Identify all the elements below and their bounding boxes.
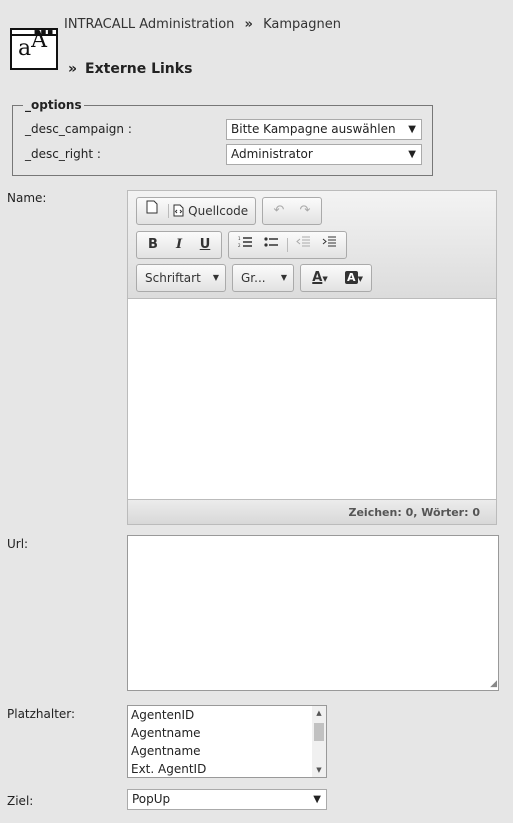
breadcrumb: INTRACALL Administration » Kampagnen — [64, 17, 341, 32]
bulleted-list-button[interactable] — [259, 232, 283, 258]
list-item[interactable]: Agentname — [128, 724, 326, 742]
campaign-label: _desc_campaign : — [25, 122, 132, 136]
indent-button[interactable] — [317, 232, 341, 258]
font-combo[interactable]: Schriftart ▼ — [136, 264, 226, 292]
campaign-select-value: Bitte Kampagne auswählen — [231, 122, 396, 136]
text-color-icon: A — [312, 270, 323, 285]
editor-toolbar: Quellcode ↶ ↷ B I U 12 Schriftart ▼ Gr..… — [128, 191, 496, 299]
editor-content-area[interactable] — [128, 299, 496, 499]
app-logo: ■■■ aA — [10, 28, 58, 70]
breadcrumb-root[interactable]: INTRACALL Administration — [64, 17, 234, 32]
italic-button[interactable]: I — [167, 232, 191, 258]
size-combo-label: Gr... — [241, 271, 266, 285]
undo-button[interactable]: ↶ — [267, 198, 291, 224]
page-title-text: Externe Links — [85, 61, 193, 77]
indent-icon — [322, 236, 336, 247]
chevron-down-icon: ▼ — [280, 273, 288, 282]
source-button-label: Quellcode — [188, 204, 249, 218]
options-fieldset: _options _desc_campaign : Bitte Kampagne… — [12, 98, 433, 176]
resize-handle-icon[interactable]: ◢ — [490, 679, 497, 689]
redo-icon: ↷ — [299, 203, 311, 218]
scroll-up-icon[interactable]: ▲ — [312, 709, 326, 717]
breadcrumb-current[interactable]: Kampagnen — [263, 17, 341, 32]
outdent-button[interactable] — [291, 232, 315, 258]
target-label: Ziel: — [7, 794, 34, 808]
colors-group: A▼ A ▼ — [300, 264, 372, 292]
svg-text:1: 1 — [238, 236, 241, 241]
source-button[interactable]: Quellcode — [173, 198, 255, 224]
list-item[interactable]: AgentenID — [128, 706, 326, 724]
basicstyles-group: B I U — [136, 231, 222, 259]
right-select-value: Administrator — [231, 147, 313, 161]
history-group: ↶ ↷ — [262, 197, 322, 225]
font-combo-label: Schriftart — [145, 271, 201, 285]
source-icon — [173, 204, 184, 217]
campaign-select[interactable]: Bitte Kampagne auswählen ▼ — [226, 119, 422, 140]
numbered-list-icon: 12 — [238, 236, 252, 248]
page-title: » Externe Links — [68, 61, 192, 77]
placeholder-listbox[interactable]: AgentenID Agentname Agentname Ext. Agent… — [127, 705, 327, 778]
name-label: Name: — [7, 191, 47, 205]
document-group: Quellcode — [136, 197, 256, 225]
list-item[interactable]: Agentname — [128, 742, 326, 760]
text-color-button[interactable]: A▼ — [305, 265, 335, 291]
dropdown-arrow-icon: ▼ — [313, 794, 321, 805]
new-page-icon — [146, 200, 158, 214]
dropdown-arrow-icon: ▼ — [408, 149, 416, 160]
chevron-down-icon: ▼ — [212, 273, 220, 282]
bg-color-button[interactable]: A ▼ — [339, 265, 369, 291]
undo-icon: ↶ — [273, 203, 285, 218]
right-label: _desc_right : — [25, 147, 101, 161]
bold-button[interactable]: B — [141, 232, 165, 258]
outdent-icon — [296, 236, 310, 247]
dropdown-arrow-icon: ▼ — [408, 124, 416, 135]
underline-button[interactable]: U — [193, 232, 217, 258]
listbox-scrollbar[interactable]: ▲ ▼ — [312, 706, 326, 777]
url-textarea[interactable]: ◢ — [127, 535, 499, 691]
list-item[interactable]: Ext. AgentID — [128, 760, 326, 777]
target-select-value: PopUp — [132, 792, 171, 806]
url-label: Url: — [7, 537, 29, 551]
placeholder-label: Platzhalter: — [7, 707, 76, 721]
options-legend: _options — [23, 98, 84, 112]
numbered-list-button[interactable]: 12 — [233, 232, 257, 258]
redo-button[interactable]: ↷ — [293, 198, 317, 224]
new-page-button[interactable] — [141, 198, 163, 224]
bg-color-icon: A — [345, 271, 358, 284]
scroll-down-icon[interactable]: ▼ — [312, 766, 326, 774]
svg-text:2: 2 — [238, 243, 241, 248]
target-select[interactable]: PopUp ▼ — [127, 789, 327, 810]
rich-text-editor: Quellcode ↶ ↷ B I U 12 Schriftart ▼ Gr..… — [127, 190, 497, 525]
breadcrumb-separator: » — [244, 17, 253, 32]
bulleted-list-icon — [264, 237, 278, 247]
right-select[interactable]: Administrator ▼ — [226, 144, 422, 165]
list-group: 12 — [228, 231, 347, 259]
scroll-thumb[interactable] — [314, 723, 324, 741]
size-combo[interactable]: Gr... ▼ — [232, 264, 294, 292]
title-separator: » — [68, 61, 78, 77]
word-count-status: Zeichen: 0, Wörter: 0 — [128, 499, 496, 524]
